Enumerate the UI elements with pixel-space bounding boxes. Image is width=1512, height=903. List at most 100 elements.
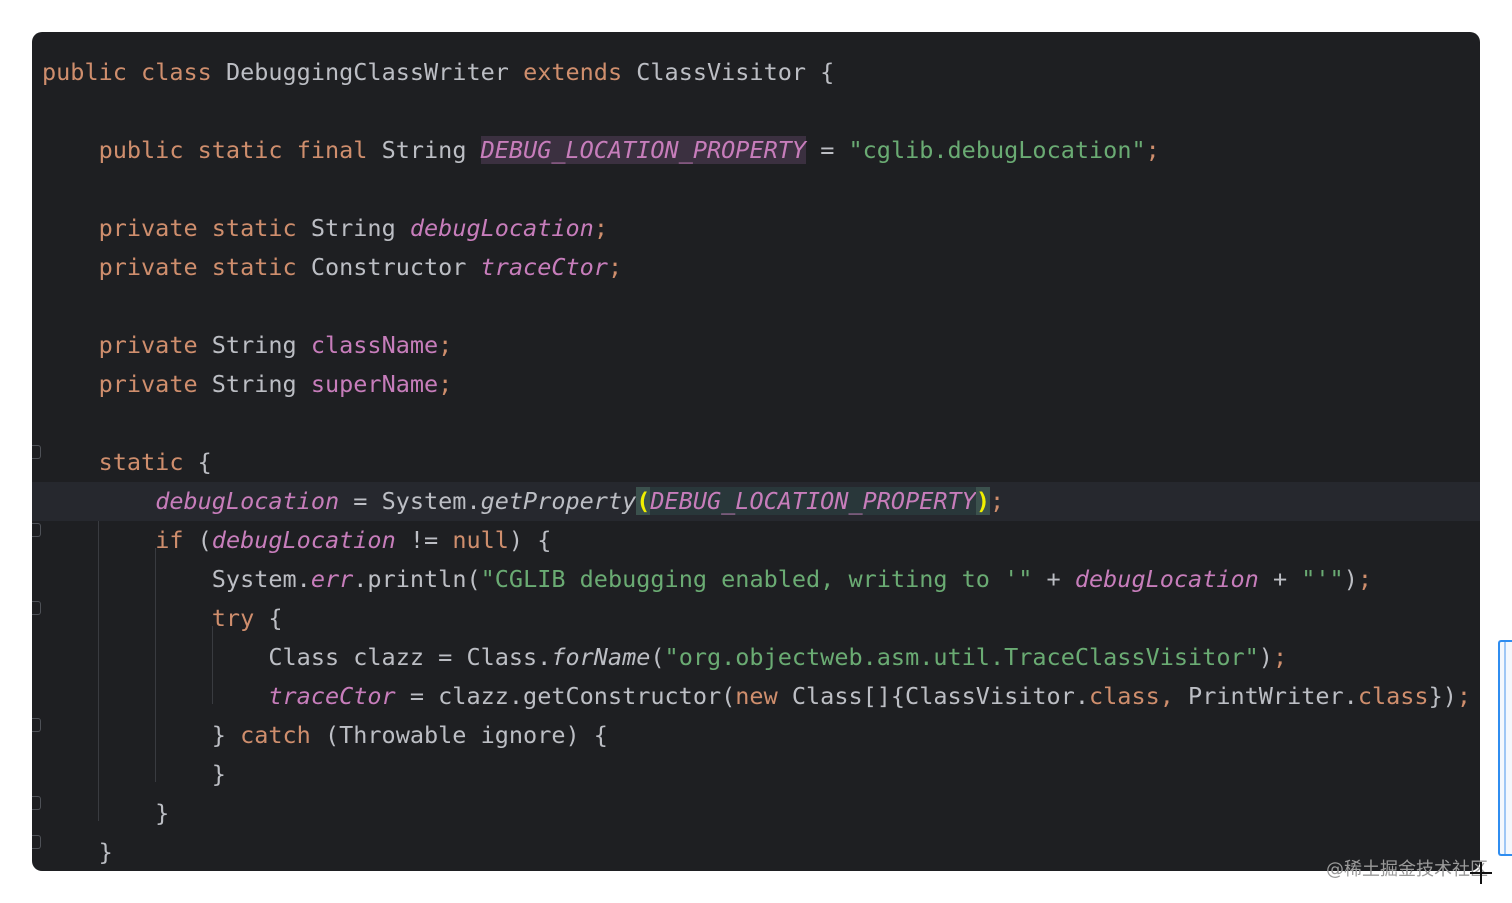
code-token: className	[310, 331, 439, 359]
code-token: class	[1089, 682, 1160, 710]
code-token: )	[1343, 565, 1358, 593]
code-token: static	[211, 214, 311, 242]
code-line-text: System.err.println("CGLIB debugging enab…	[42, 560, 1372, 599]
code-line[interactable]: }	[32, 833, 1480, 871]
code-token: "CGLIB debugging enabled, writing to '"	[480, 565, 1033, 593]
code-token: )	[1258, 643, 1273, 671]
code-token: {	[268, 604, 283, 632]
code-token: static	[211, 253, 311, 281]
code-line[interactable]: debugLocation = System.getProperty(DEBUG…	[32, 482, 1480, 521]
code-token: static	[197, 136, 297, 164]
code-token: debugLocation	[155, 487, 340, 515]
code-line[interactable]	[32, 170, 1480, 209]
code-token: debugLocation	[409, 214, 594, 242]
code-line-text: private static String debugLocation;	[42, 209, 608, 248]
code-token: PrintWriter.	[1188, 682, 1358, 710]
code-token: forName	[551, 643, 651, 671]
code-token: ;	[593, 214, 608, 242]
code-line[interactable]: public static final String DEBUG_LOCATIO…	[32, 131, 1480, 170]
code-token: debugLocation	[211, 526, 396, 554]
code-token: ;	[1272, 643, 1288, 671]
code-line[interactable]: }	[32, 794, 1480, 833]
code-token: DebuggingClassWriter	[225, 58, 524, 86]
code-line[interactable]: private String superName;	[32, 365, 1480, 404]
code-token: DEBUG_LOCATION_PROPERTY	[650, 487, 976, 515]
code-line[interactable]: public class DebuggingClassWriter extend…	[32, 53, 1480, 92]
code-line-text: }	[42, 755, 226, 794]
code-token: ;	[1145, 136, 1160, 164]
code-token: err	[310, 565, 354, 593]
code-token: +	[1032, 565, 1075, 593]
code-token: "'"	[1301, 565, 1344, 593]
code-line-text: }	[42, 794, 169, 833]
side-panel-tab[interactable]	[1498, 640, 1512, 856]
code-token: ,	[1159, 682, 1189, 710]
code-token: String	[310, 214, 410, 242]
code-line-text: } catch (Throwable ignore) {	[42, 716, 608, 755]
code-token: !=	[395, 526, 453, 554]
code-token: class	[1357, 682, 1429, 710]
code-editor[interactable]: public class DebuggingClassWriter extend…	[32, 32, 1480, 871]
code-token: System.	[42, 565, 311, 593]
code-line[interactable]: } catch (Throwable ignore) {	[32, 716, 1480, 755]
code-line-text: public static final String DEBUG_LOCATIO…	[42, 131, 1160, 170]
code-token: }	[42, 799, 170, 827]
code-token: public	[42, 58, 142, 86]
code-token: ) {	[508, 526, 552, 554]
code-token: .println(	[353, 565, 481, 593]
code-token: catch	[240, 721, 325, 749]
code-line[interactable]: System.err.println("CGLIB debugging enab…	[32, 560, 1480, 599]
code-token: traceCtor	[268, 682, 396, 710]
code-token: null	[452, 526, 509, 554]
code-token: ;	[989, 487, 1005, 515]
code-token: private	[98, 331, 212, 359]
code-token: try	[211, 604, 269, 632]
code-line[interactable]: static {	[32, 443, 1480, 482]
code-token: Class clazz = Class.	[42, 643, 552, 671]
code-token: = System.	[339, 487, 481, 515]
code-line[interactable]: if (debugLocation != null) {	[32, 521, 1480, 560]
code-line-text: private static Constructor traceCtor;	[42, 248, 623, 287]
code-token: final	[296, 136, 382, 164]
code-token: DEBUG_LOCATION_PROPERTY	[480, 136, 807, 164]
code-line[interactable]: private static String debugLocation;	[32, 209, 1480, 248]
code-token: (	[636, 487, 651, 515]
code-token: ;	[1456, 682, 1472, 710]
code-line-text: Class clazz = Class.forName("org.objectw…	[42, 638, 1287, 677]
code-token: "cglib.debugLocation"	[848, 136, 1146, 164]
code-token: debugLocation	[1074, 565, 1259, 593]
code-line[interactable]: traceCtor = clazz.getConstructor(new Cla…	[32, 677, 1480, 716]
code-token: String	[211, 370, 311, 398]
code-line[interactable]: }	[32, 755, 1480, 794]
code-token: ;	[438, 370, 453, 398]
code-token: class	[141, 58, 226, 86]
code-token: })	[1428, 682, 1457, 710]
code-line[interactable]: private static Constructor traceCtor;	[32, 248, 1480, 287]
code-token: (Throwable ignore) {	[324, 721, 608, 749]
code-token: String	[381, 136, 481, 164]
code-line-text: debugLocation = System.getProperty(DEBUG…	[42, 482, 1004, 521]
watermark: @稀土掘金技术社区	[1326, 859, 1488, 880]
code-line[interactable]	[32, 92, 1480, 131]
code-line[interactable]: Class clazz = Class.forName("org.objectw…	[32, 638, 1480, 677]
code-line[interactable]: private String className;	[32, 326, 1480, 365]
code-token: ;	[607, 253, 623, 281]
code-token: ClassVisitor {	[636, 58, 835, 86]
code-line[interactable]: try {	[32, 599, 1480, 638]
code-token: ;	[1357, 565, 1373, 593]
code-token: (	[650, 643, 665, 671]
code-line[interactable]	[32, 404, 1480, 443]
code-line-text: static {	[42, 443, 212, 482]
crosshair-cursor-icon	[1470, 862, 1492, 884]
code-line[interactable]	[32, 287, 1480, 326]
code-token: "org.objectweb.asm.util.TraceClassVisito…	[664, 643, 1259, 671]
code-token: =	[806, 136, 849, 164]
